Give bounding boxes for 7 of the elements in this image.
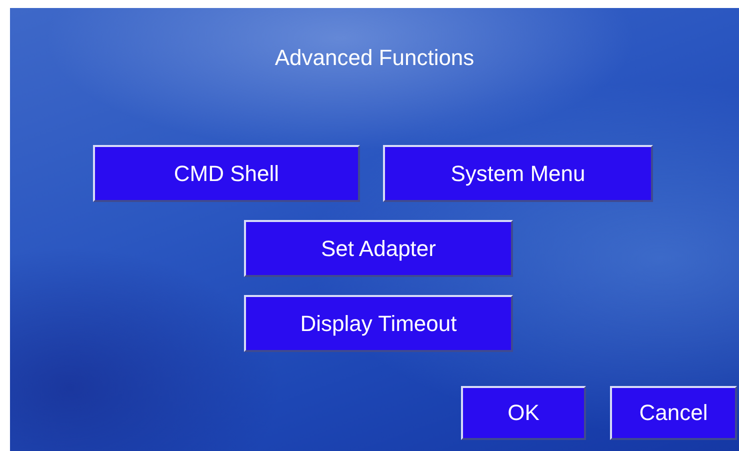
dialog-button[interactable]: OK (461, 386, 586, 440)
function-button[interactable]: Set Adapter (244, 220, 513, 277)
function-button[interactable]: CMD Shell (93, 145, 360, 202)
function-button[interactable]: System Menu (383, 145, 653, 202)
function-button[interactable]: Display Timeout (244, 295, 513, 352)
screen-title: Advanced Functions (274, 44, 474, 72)
dialog-button[interactable]: Cancel (610, 386, 737, 440)
